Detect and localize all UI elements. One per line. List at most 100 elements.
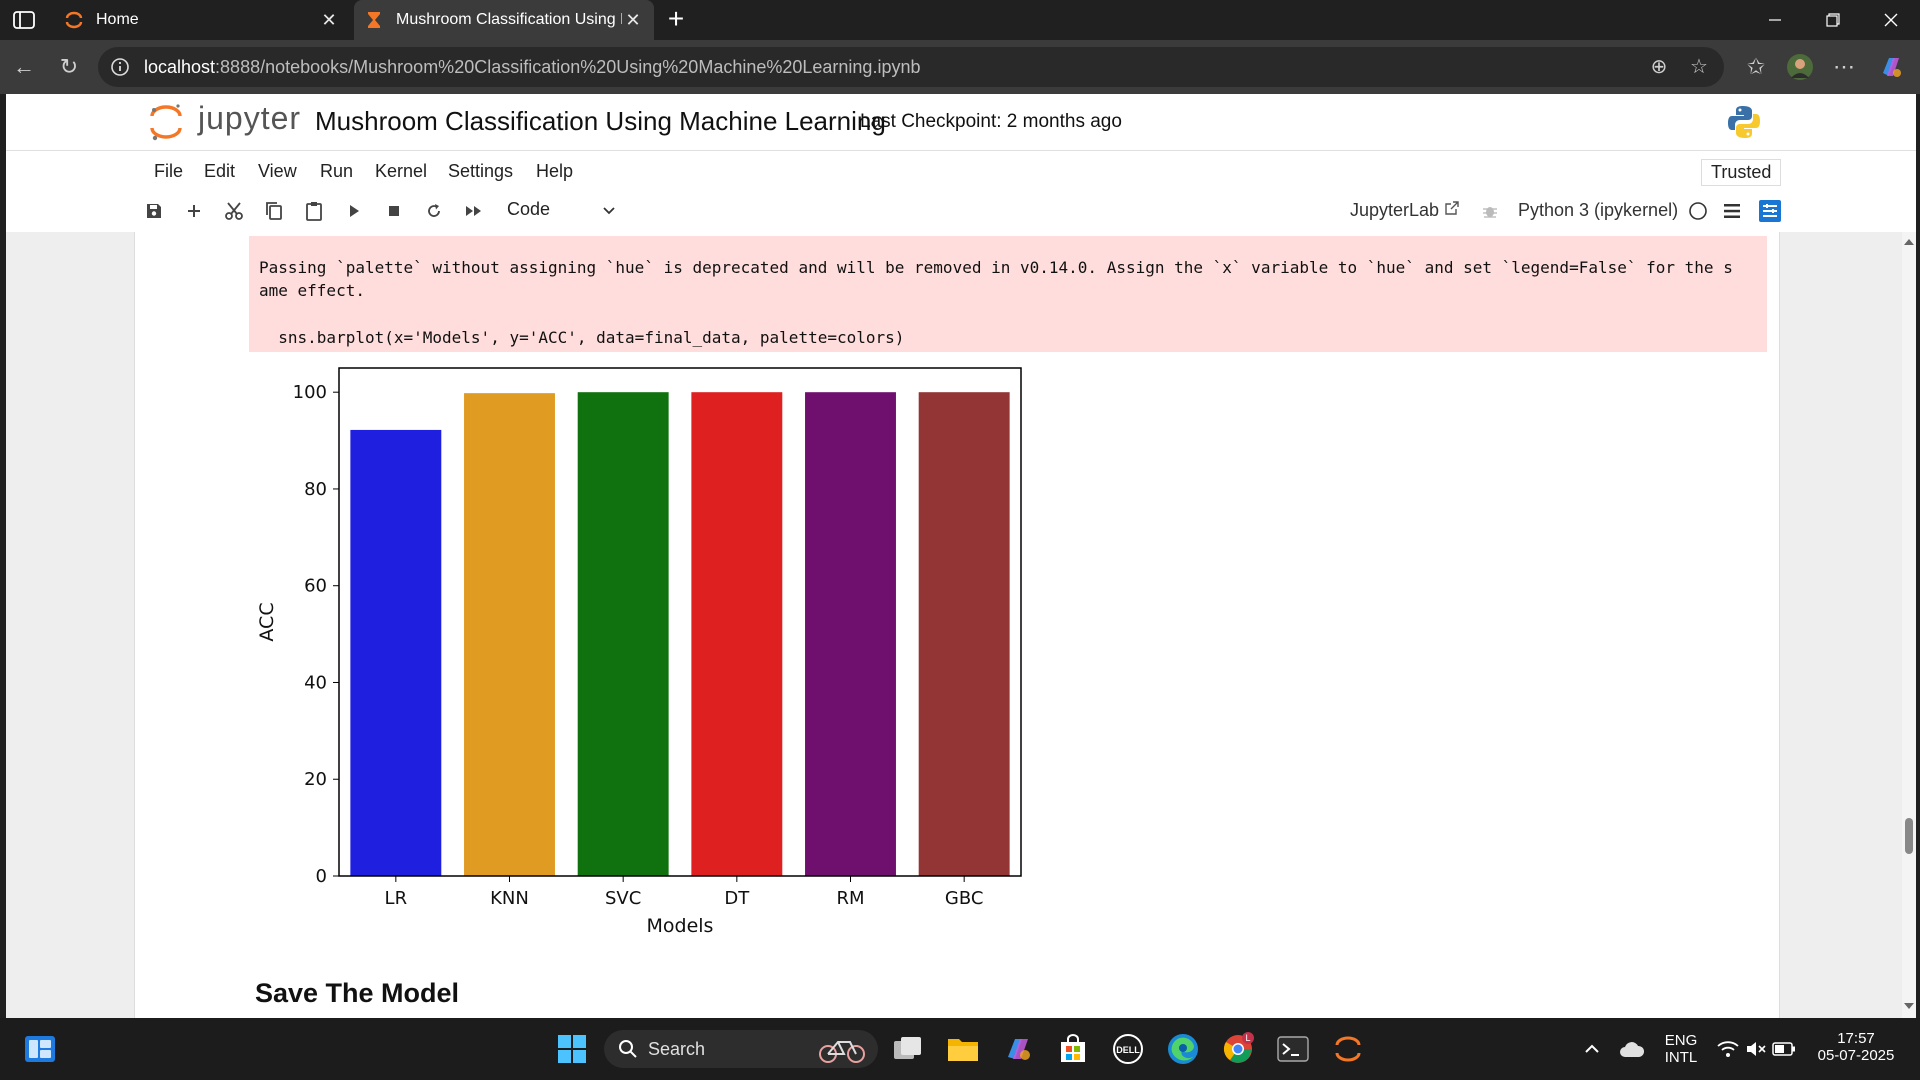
bar <box>577 392 669 876</box>
jupyterlab-link[interactable]: JupyterLab <box>1350 200 1460 221</box>
close-tab-icon[interactable]: ✕ <box>318 10 340 31</box>
menu-kernel[interactable]: Kernel <box>375 161 427 182</box>
notebook-toolbar: Code JupyterLab Python 3 (ipykernel) <box>6 190 1916 233</box>
scroll-up-arrow-icon[interactable] <box>1903 236 1915 248</box>
menu-settings[interactable]: Settings <box>448 161 513 182</box>
edge-browser-icon[interactable] <box>1165 1031 1201 1067</box>
menu-help[interactable]: Help <box>536 161 573 182</box>
clock-date: 05-07-2025 <box>1817 1047 1895 1064</box>
notebook-title[interactable]: Mushroom Classification Using Machine Le… <box>315 106 886 137</box>
save-icon[interactable] <box>142 199 166 223</box>
stderr-line: Passing `palette` without assigning `hue… <box>259 258 1733 277</box>
jupyter-logo-text: jupyter <box>198 100 302 136</box>
back-arrow-icon[interactable]: ← <box>10 53 38 81</box>
url-path: :8888/notebooks/Mushroom%20Classificatio… <box>215 57 921 77</box>
copy-icon[interactable] <box>262 199 286 223</box>
language-code: ENG <box>1664 1032 1698 1049</box>
cell-type-select[interactable]: Code <box>507 199 617 223</box>
terminal-icon[interactable] <box>1275 1031 1311 1067</box>
close-tab-icon[interactable]: ✕ <box>622 10 644 31</box>
stderr-output: Passing `palette` without assigning `hue… <box>249 236 1767 352</box>
restart-icon[interactable] <box>422 199 446 223</box>
scroll-down-arrow-icon[interactable] <box>1903 1000 1915 1012</box>
property-inspector-icon[interactable] <box>1758 199 1782 223</box>
browser-toolbar: ← ↻ localhost:8888/notebooks/Mushroom%20… <box>0 40 1920 94</box>
battery-icon[interactable] <box>1766 1031 1802 1067</box>
show-hidden-icons-chevron-up-icon[interactable] <box>1574 1031 1610 1067</box>
kernel-name[interactable]: Python 3 (ipykernel) <box>1518 200 1678 221</box>
notebook-content-area: Passing `palette` without assigning `hue… <box>6 232 1902 1018</box>
search-icon <box>619 1040 637 1058</box>
favorites-icon[interactable]: ✩ <box>1742 53 1770 81</box>
refresh-icon[interactable]: ↻ <box>55 53 83 81</box>
copilot-icon[interactable] <box>1877 53 1905 81</box>
trusted-indicator[interactable]: Trusted <box>1701 159 1782 186</box>
svg-text:DELL: DELL <box>1116 1045 1140 1055</box>
chrome-browser-icon[interactable]: L <box>1220 1031 1256 1067</box>
system-clock[interactable]: 17:57 05-07-2025 <box>1812 1030 1900 1064</box>
jupyterlab-label: JupyterLab <box>1350 200 1440 220</box>
x-tick-label: KNN <box>490 888 529 909</box>
close-window-button[interactable] <box>1862 0 1920 40</box>
tab-title: Home <box>96 11 139 28</box>
y-axis-label: ACC <box>256 602 278 641</box>
kernel-status-icon <box>1686 199 1710 223</box>
taskbar-search[interactable]: Search <box>604 1030 878 1068</box>
menu-view[interactable]: View <box>258 161 297 182</box>
debugger-bug-icon[interactable] <box>1478 199 1502 223</box>
profile-avatar[interactable] <box>1786 53 1814 81</box>
tab-notebook[interactable]: Mushroom Classification Using M ✕ <box>354 0 654 40</box>
sidebar-toggle-icon[interactable] <box>12 10 36 30</box>
bar-chart: LR KNN SVC DT RM GBC 0 20 40 60 80 100 Models ACC <box>256 367 1022 937</box>
url-text[interactable]: localhost:8888/notebooks/Mushroom%20Clas… <box>144 57 920 78</box>
jupyter-notebook-page: jupyter Mushroom Classification Using Ma… <box>6 94 1916 1018</box>
input-language-indicator[interactable]: ENG INTL <box>1662 1032 1700 1066</box>
bar <box>350 429 442 876</box>
onedrive-cloud-icon[interactable] <box>1614 1031 1650 1067</box>
favorite-star-icon[interactable]: ☆ <box>1688 56 1710 78</box>
restore-icon <box>1826 13 1840 27</box>
more-options-icon[interactable]: ⋯ <box>1830 53 1858 81</box>
hourglass-icon <box>368 12 380 28</box>
paste-icon[interactable] <box>302 199 326 223</box>
url-host: localhost <box>144 57 216 77</box>
restore-button[interactable] <box>1804 0 1862 40</box>
stop-icon[interactable] <box>382 199 406 223</box>
minimize-icon <box>1769 19 1781 21</box>
fast-forward-icon[interactable] <box>462 199 486 223</box>
browser-tab-strip: Home ✕ Mushroom Classification Using M ✕… <box>0 0 1920 40</box>
menu-list-icon[interactable] <box>1720 199 1744 223</box>
menu-edit[interactable]: Edit <box>204 161 235 182</box>
add-cell-icon[interactable] <box>182 199 206 223</box>
scrollbar-thumb[interactable] <box>1905 818 1913 854</box>
stderr-line: ame effect. <box>259 281 365 300</box>
chrome-profile-badge: L <box>1245 1033 1250 1043</box>
cut-icon[interactable] <box>222 199 246 223</box>
jupyter-app-icon[interactable] <box>1330 1031 1366 1067</box>
bar <box>691 392 783 876</box>
task-view-icon[interactable] <box>890 1031 926 1067</box>
bicycle-icon <box>819 1041 865 1063</box>
start-windows-icon[interactable] <box>554 1031 590 1067</box>
dell-icon[interactable]: DELL <box>1110 1031 1146 1067</box>
run-icon[interactable] <box>342 199 366 223</box>
microsoft-store-icon[interactable] <box>1055 1031 1091 1067</box>
widgets-icon[interactable] <box>22 1031 58 1067</box>
menu-run[interactable]: Run <box>320 161 353 182</box>
address-bar[interactable]: localhost:8888/notebooks/Mushroom%20Clas… <box>98 47 1724 87</box>
minimize-button[interactable] <box>1746 0 1804 40</box>
copilot-app-icon[interactable] <box>1000 1031 1036 1067</box>
windows-taskbar: Search DELL L ENG INTL 17:57 05-07-2025 <box>0 1018 1920 1080</box>
new-tab-button[interactable]: + <box>662 5 690 34</box>
zoom-icon[interactable]: ⊕ <box>1648 56 1670 78</box>
x-tick-label: SVC <box>605 888 641 909</box>
info-icon[interactable] <box>110 57 130 77</box>
x-tick-label: GBC <box>945 888 984 909</box>
tab-title: Mushroom Classification Using M <box>396 11 622 28</box>
vertical-scrollbar[interactable] <box>1902 232 1916 1018</box>
file-explorer-icon[interactable] <box>945 1031 981 1067</box>
tab-home[interactable]: Home ✕ <box>54 0 350 40</box>
chevron-down-icon <box>603 207 615 215</box>
menu-file[interactable]: File <box>154 161 183 182</box>
y-tick-label: 40 <box>304 672 327 693</box>
